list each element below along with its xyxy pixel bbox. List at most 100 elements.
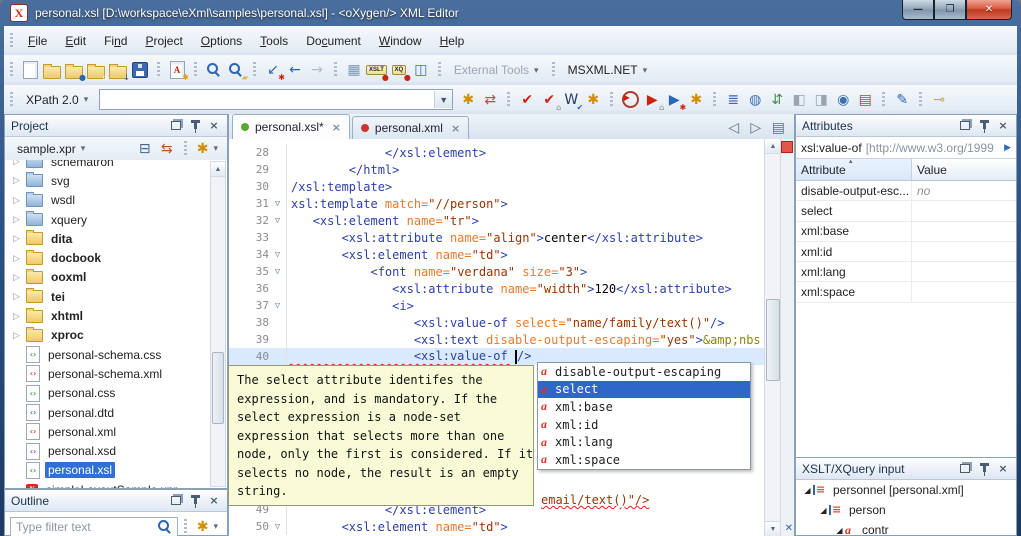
project-tree-scrollbar[interactable]: ▲ xyxy=(210,161,226,487)
drag-handle[interactable] xyxy=(551,62,555,78)
code-line-39[interactable]: 39 <xsl:text disable-output-escaping="ye… xyxy=(229,331,765,348)
drag-handle[interactable] xyxy=(882,91,886,108)
xpath-expression-input[interactable]: ▼ xyxy=(99,89,454,110)
expander-icon[interactable]: ◢ xyxy=(834,526,845,535)
pin-panel-icon[interactable] xyxy=(188,494,202,508)
column-value[interactable]: Value xyxy=(912,159,947,180)
xslt-tree-item-contr[interactable]: ◢ a contr xyxy=(796,520,1016,536)
menu-tools[interactable]: Tools xyxy=(251,31,297,51)
code-line-37[interactable]: 37 ▽ <i> xyxy=(229,297,765,314)
tree-item-xhtml[interactable]: ▷ xhtml xyxy=(5,306,227,325)
attribute-value-cell[interactable]: no xyxy=(912,184,930,198)
code-line-36[interactable]: 36 <xsl:attribute name="width">120</xsl:… xyxy=(229,280,765,297)
fold-marker-icon[interactable]: ▽ xyxy=(269,195,287,212)
transform-scenario-icon[interactable]: ⇵ xyxy=(767,89,787,111)
search-icon[interactable] xyxy=(204,59,224,81)
xpath-dropdown-button[interactable]: ▼ xyxy=(434,91,453,108)
configure-transformation-icon[interactable]: ▶ ⌂ xyxy=(642,89,664,112)
column-attribute[interactable]: ▲ Attribute xyxy=(796,159,912,180)
open-icon[interactable] xyxy=(42,59,62,81)
validation-settings-icon[interactable]: ✱ xyxy=(583,89,603,111)
attribute-row-disable-output-esc-[interactable]: disable-output-esc... no xyxy=(796,181,1016,202)
drag-handle[interactable] xyxy=(507,91,511,108)
scrollbar-thumb[interactable] xyxy=(212,352,224,424)
title-bar[interactable]: X personal.xsl [D:\workspace\eXml\sample… xyxy=(0,0,1021,26)
tree-item-personal-schema-xml[interactable]: ‹› personal-schema.xml xyxy=(5,364,227,383)
tree-item-docbook[interactable]: ▷ docbook xyxy=(5,248,227,267)
tree-item-schematron[interactable]: ▷ schematron xyxy=(5,160,227,171)
code-line-50[interactable]: 50 ▽ <xsl:element name="td"> xyxy=(229,518,765,535)
pin-panel-icon[interactable] xyxy=(977,119,991,133)
validate-icon[interactable]: ✔ xyxy=(517,89,537,111)
outline-filter-input[interactable]: Type filter text xyxy=(10,517,178,536)
scroll-down-icon[interactable]: ▼ xyxy=(765,521,781,536)
error-marker-icon[interactable] xyxy=(781,141,793,153)
tab-list-icon[interactable]: ▤ xyxy=(772,117,785,139)
grid-editor-icon[interactable]: ▦ xyxy=(344,59,364,81)
drag-handle[interactable] xyxy=(919,91,923,108)
apply-transformation-icon[interactable]: ▶ xyxy=(620,89,640,111)
xslt-debugger-icon[interactable]: XSLT ● xyxy=(366,59,389,82)
tree-item-personal-xml[interactable]: ‹› personal.xml xyxy=(5,422,227,441)
web-schema-icon[interactable]: ◉ xyxy=(833,89,853,111)
drag-handle[interactable] xyxy=(10,62,13,78)
xquery-debugger-icon[interactable]: XQ ● xyxy=(389,59,411,82)
attribute-name-cell[interactable]: xml:space xyxy=(796,282,912,302)
code-line-32[interactable]: 32 ▽ <xsl:element name="tr"> xyxy=(229,212,765,229)
close-tab-icon[interactable]: × xyxy=(451,122,460,135)
attach-source-2-icon[interactable]: ◨ xyxy=(811,89,831,111)
expander-icon[interactable]: ▷ xyxy=(13,160,26,167)
drag-handle[interactable] xyxy=(713,91,717,108)
open-url-icon[interactable]: ● xyxy=(64,59,86,82)
expander-icon[interactable]: ▷ xyxy=(13,253,26,264)
tree-item-personal-dtd[interactable]: ‹› personal.dtd xyxy=(5,403,227,422)
tab-prev-icon[interactable]: ◁ xyxy=(728,117,740,139)
project-settings-icon[interactable]: ✱ xyxy=(194,137,221,161)
autocomplete-item-xml-space[interactable]: a xml:space xyxy=(538,451,750,469)
import-icon[interactable]: ↓ xyxy=(108,59,130,82)
attribute-name-cell[interactable]: disable-output-esc... xyxy=(796,181,912,201)
tree-item-ooxml[interactable]: ▷ ooxml xyxy=(5,268,227,287)
format-indent-icon[interactable]: ≣ xyxy=(723,89,743,111)
link-with-editor-icon[interactable]: ⇆ xyxy=(157,138,177,160)
tree-item-xproc[interactable]: ▷ xproc xyxy=(5,326,227,345)
menu-help[interactable]: Help xyxy=(431,31,474,51)
drag-handle[interactable] xyxy=(253,62,256,78)
menu-window[interactable]: Window xyxy=(370,31,431,51)
expander-icon[interactable]: ▷ xyxy=(13,214,26,225)
tree-item-personal-schema-css[interactable]: ‹› personal-schema.css xyxy=(5,345,227,364)
validate-with-icon[interactable]: ✔ ⌂ xyxy=(539,89,561,112)
scroll-up-icon[interactable]: ▲ xyxy=(211,162,225,177)
menu-file[interactable]: File xyxy=(19,31,56,51)
autocomplete-item-select[interactable]: a select xyxy=(538,380,750,399)
drag-handle[interactable] xyxy=(334,62,337,78)
attribute-row-xml-id[interactable]: xml:id xyxy=(796,241,1016,263)
float-panel-icon[interactable] xyxy=(958,462,972,475)
pin-panel-icon[interactable] xyxy=(188,119,202,133)
close-panel-icon[interactable]: × xyxy=(996,462,1010,475)
fold-marker-icon[interactable]: ▽ xyxy=(269,518,287,535)
tree-item-personal-xsd[interactable]: ‹› personal.xsd xyxy=(5,441,227,460)
check-well-formed-icon[interactable]: W ✔ xyxy=(561,89,583,112)
expander-icon[interactable]: ▷ xyxy=(13,311,26,322)
tree-item-xquery[interactable]: ▷ xquery xyxy=(5,210,227,229)
go-to-last-edit-icon[interactable]: ↙ ✱ xyxy=(263,59,285,82)
save-icon[interactable] xyxy=(130,59,150,81)
scroll-up-icon[interactable]: ▲ xyxy=(765,139,781,154)
xslt-tree-item-personnel[interactable]: ◢ ≡ personnel [personal.xml] xyxy=(796,480,1016,500)
attribute-name-cell[interactable]: xml:lang xyxy=(796,262,912,282)
fold-marker-icon[interactable]: ▽ xyxy=(269,212,287,229)
drag-handle[interactable] xyxy=(610,91,614,108)
transformer-dropdown[interactable]: MSXML.NET xyxy=(561,60,655,80)
outline-settings-icon[interactable]: ✱ xyxy=(194,515,221,536)
new-from-templates-icon[interactable]: A ✱ xyxy=(167,59,189,82)
expand-context-icon[interactable]: ▶ xyxy=(1004,142,1011,153)
code-line-31[interactable]: 31 ▽ xsl:template match="//person"> xyxy=(229,195,765,212)
expander-icon[interactable]: ▷ xyxy=(13,233,26,244)
minimize-button[interactable]: — xyxy=(902,0,934,20)
preview-browser-icon[interactable]: ◍ xyxy=(745,89,765,111)
fold-marker-icon[interactable]: ▽ xyxy=(269,297,287,314)
attribute-row-select[interactable]: select xyxy=(796,201,1016,222)
code-line-35[interactable]: 35 ▽ <font name="verdana" size="3"> xyxy=(229,263,765,280)
close-panel-icon[interactable]: × xyxy=(207,494,221,507)
